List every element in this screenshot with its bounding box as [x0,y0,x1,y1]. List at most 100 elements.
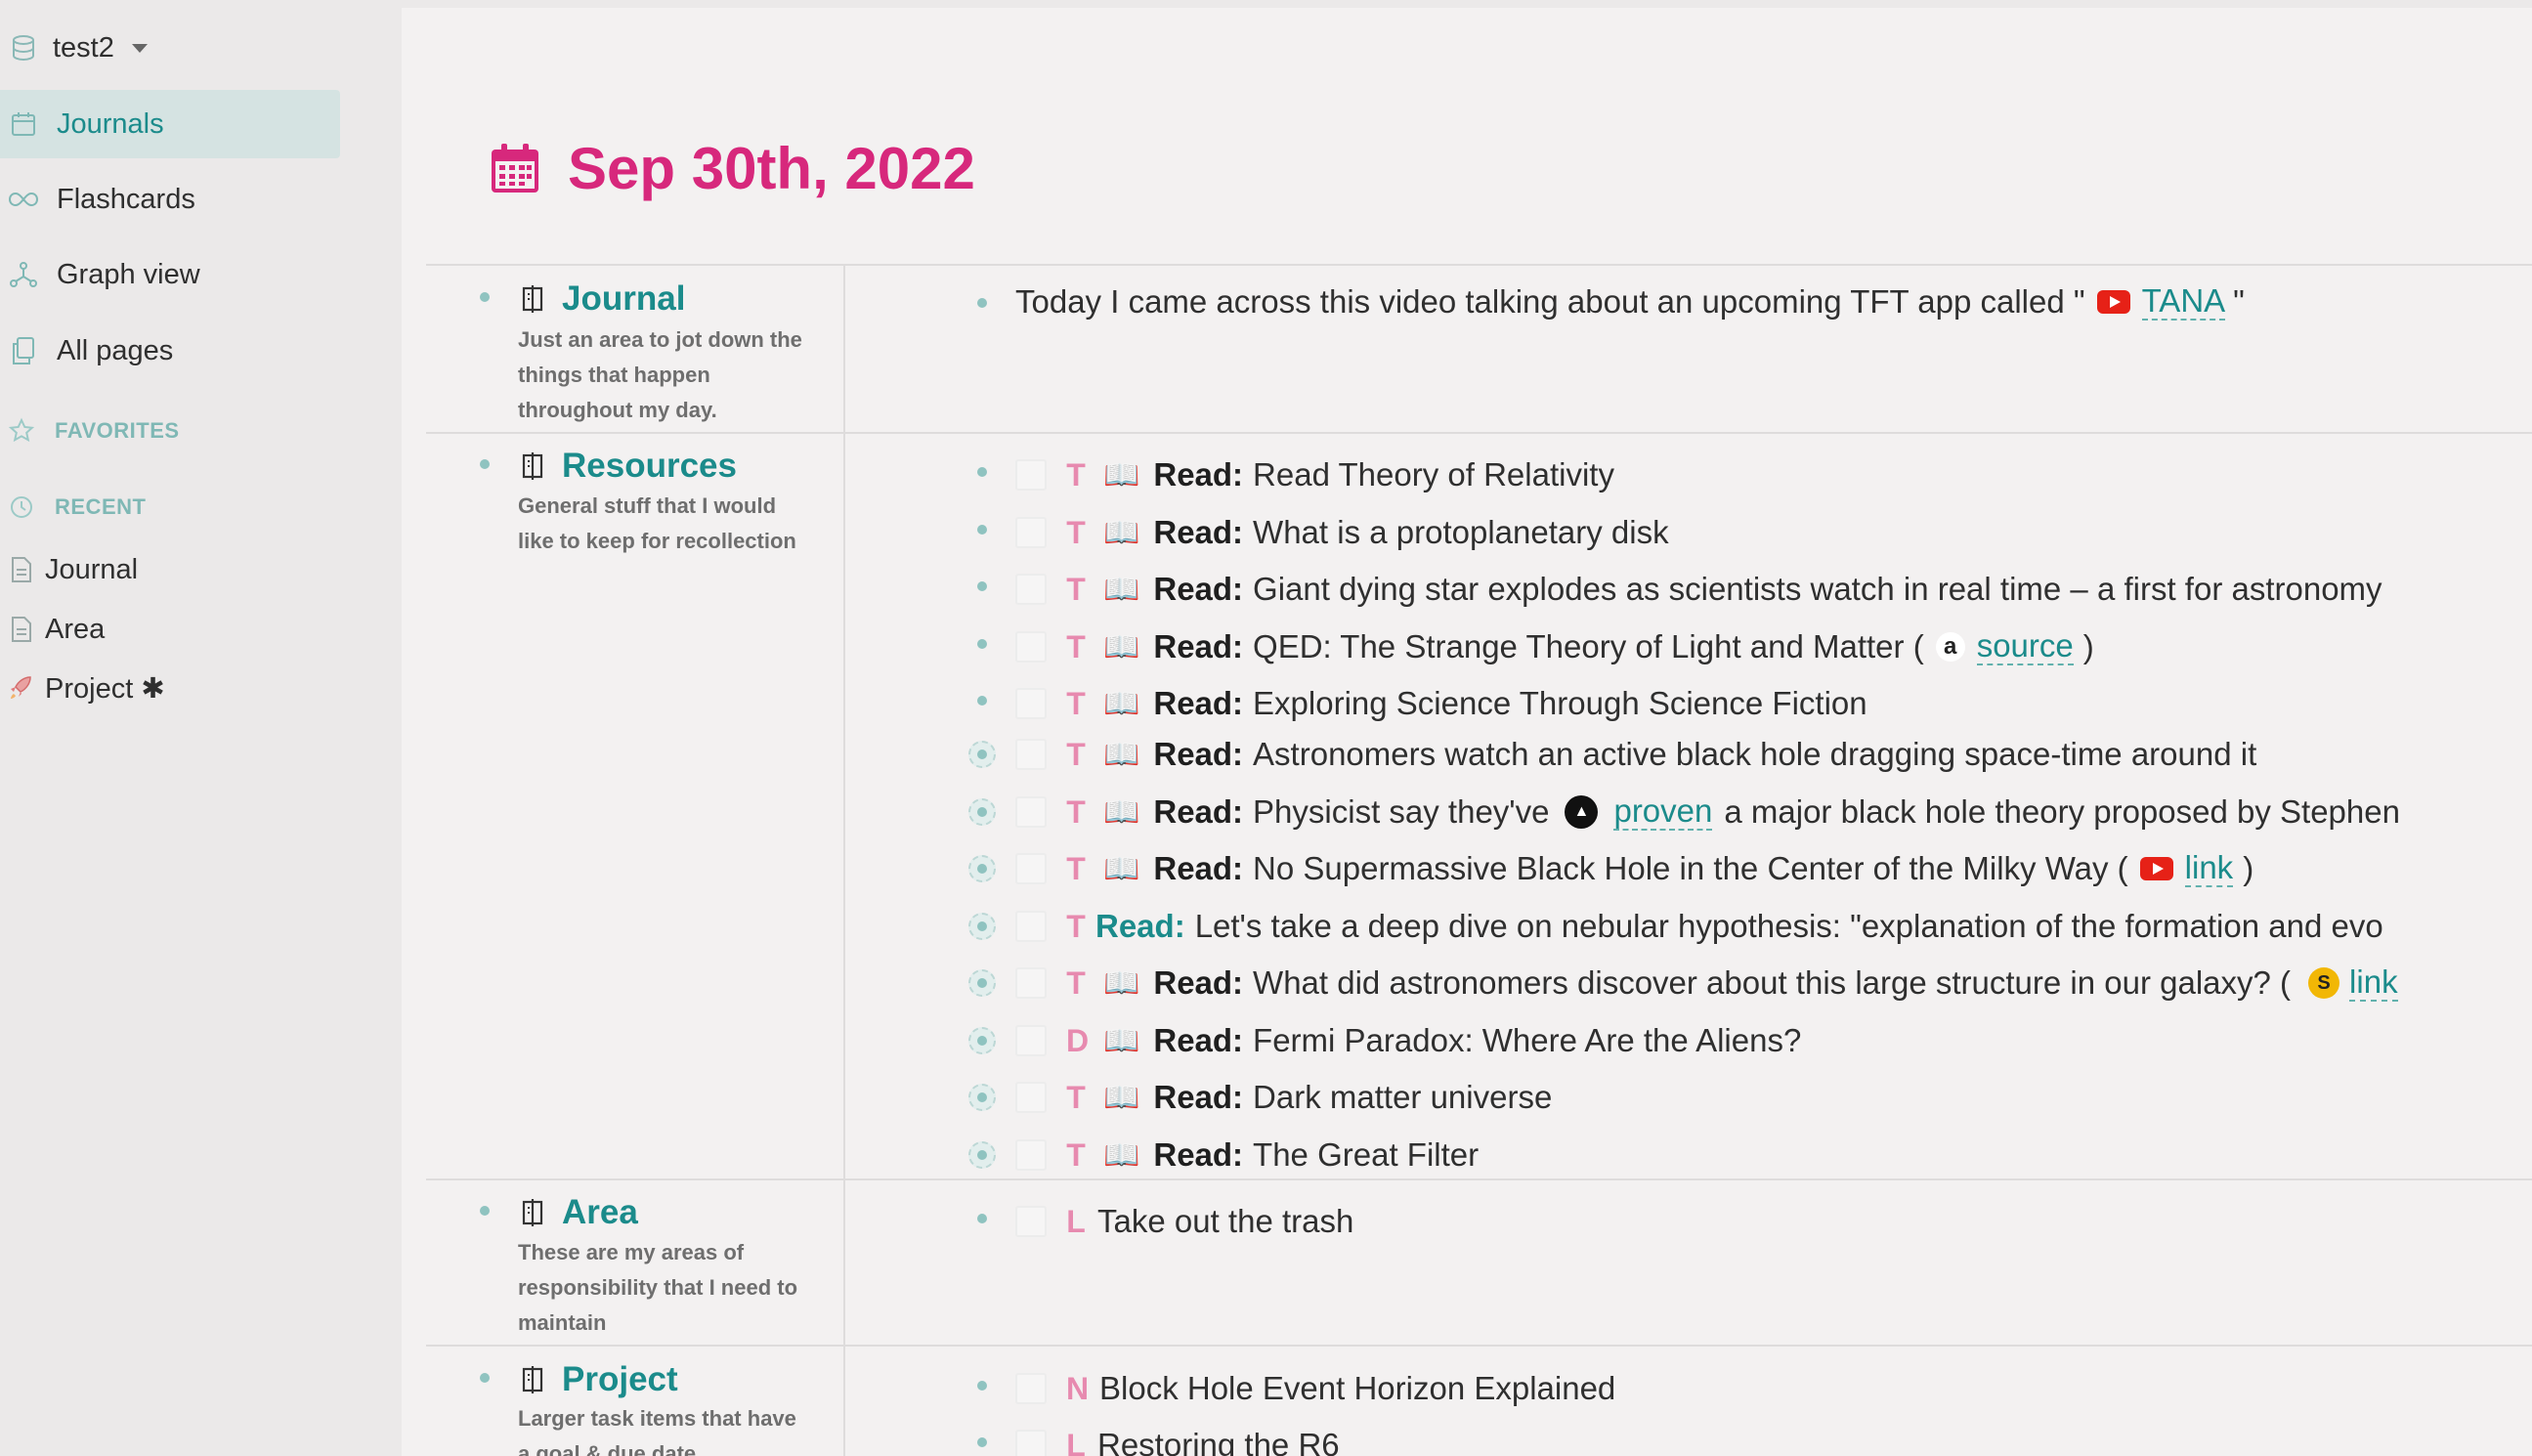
task-row: T 📖 Read: What did astronomers discover … [1015,959,2398,1007]
block-bullet[interactable] [977,298,987,308]
app-logo-icon: ▲ [1565,795,1599,829]
task-row: T 📖 Read: QED: The Strange Theory of Lig… [1015,622,2094,671]
star-icon [4,413,39,449]
collapsed-bullet[interactable] [968,741,996,768]
tana-link[interactable]: TANA [2141,283,2226,321]
task-tag[interactable]: T [1066,794,1086,831]
task-checkbox[interactable] [1015,459,1047,491]
task-tag[interactable]: T [1066,965,1086,1002]
task-checkbox[interactable] [1015,911,1047,942]
task-checkbox[interactable] [1015,1373,1047,1404]
recent-item-project[interactable]: Project ✱ [0,662,165,714]
task-checkbox[interactable] [1015,853,1047,884]
block-bullet[interactable] [977,467,987,477]
nav-graph-view[interactable]: Graph view [0,240,200,309]
task-checkbox[interactable] [1015,1430,1047,1456]
category-journal[interactable]: Journal [517,279,685,319]
block-bullet[interactable] [977,1437,987,1447]
task-row: T 📖 Read: Dark matter universe [1015,1073,1552,1122]
task-row: T 📖 Read: No Supermassive Black Hole in … [1015,844,2253,893]
page-icon [4,552,39,587]
calendar-icon [6,107,41,142]
collapsed-bullet[interactable] [968,798,996,826]
block-bullet[interactable] [977,696,987,706]
category-project[interactable]: Project [517,1360,678,1399]
book-icon: 📖 [1103,795,1140,829]
task-checkbox[interactable] [1015,688,1047,719]
task-tag[interactable]: T [1066,1137,1086,1174]
recent-header[interactable]: RECENT [0,483,146,532]
journal-entry[interactable]: Today I came across this video talking a… [1015,278,2245,326]
nav-journals-label: Journals [57,107,164,140]
recent-item-area[interactable]: Area [0,603,105,656]
recent-item-label: Project ✱ [45,672,165,705]
block-bullet[interactable] [977,639,987,649]
proven-link[interactable]: proven [1613,793,1713,831]
recent-item-journal[interactable]: Journal [0,543,138,596]
block-bullet[interactable] [977,1214,987,1223]
block-bullet[interactable] [977,1381,987,1391]
recent-item-label: Area [45,613,106,645]
collapsed-bullet[interactable] [968,1084,996,1111]
task-checkbox[interactable] [1015,1082,1047,1113]
task-tag[interactable]: N [1066,1371,1089,1407]
book-icon: 📖 [1103,1138,1140,1172]
task-row: T 📖 Read: Astronomers watch an active bl… [1015,730,2256,779]
block-bullet[interactable] [480,292,490,302]
book-icon: 📖 [1103,966,1140,1000]
graph-icon [6,257,41,292]
block-bullet[interactable] [480,1206,490,1216]
category-resources[interactable]: Resources [517,447,737,486]
task-checkbox[interactable] [1015,739,1047,770]
task-tag[interactable]: L [1066,1204,1086,1240]
category-name: Area [562,1193,638,1231]
coin-icon: S [2308,967,2340,999]
recent-item-label: Journal [45,553,139,585]
collapsed-bullet[interactable] [968,969,996,997]
task-checkbox[interactable] [1015,574,1047,605]
link[interactable]: link [2184,850,2234,887]
task-row: L Take out the trash [1015,1197,1353,1246]
task-tag[interactable]: T [1066,909,1086,945]
nav-journals[interactable]: Journals [0,90,340,158]
task-row: N Block Hole Event Horizon Explained [1015,1364,1615,1413]
page-title[interactable]: Sep 30th, 2022 [568,135,975,202]
columns-icon [522,452,543,480]
task-checkbox[interactable] [1015,1206,1047,1237]
task-tag[interactable]: L [1066,1428,1086,1456]
task-tag[interactable]: T [1066,851,1086,887]
book-icon: 📖 [1103,1024,1140,1057]
block-bullet[interactable] [480,1373,490,1383]
task-checkbox[interactable] [1015,796,1047,828]
graph-switcher[interactable]: test2 [0,14,148,82]
source-link[interactable]: source [1976,628,2074,665]
task-tag[interactable]: T [1066,737,1086,773]
category-description: These are my areas of responsibility tha… [518,1240,798,1335]
task-tag[interactable]: T [1066,457,1086,493]
task-tag[interactable]: T [1066,686,1086,722]
task-tag[interactable]: T [1066,572,1086,608]
task-checkbox[interactable] [1015,1025,1047,1056]
task-tag[interactable]: T [1066,629,1086,665]
collapsed-bullet[interactable] [968,855,996,882]
main-content: Sep 30th, 2022 Journal Just an area to j… [402,8,2532,1456]
block-bullet[interactable] [977,581,987,591]
block-bullet[interactable] [977,525,987,535]
nav-all-pages[interactable]: All pages [0,317,173,385]
category-area[interactable]: Area [517,1193,638,1232]
column-divider [843,1180,845,1345]
nav-flashcards[interactable]: Flashcards [0,165,195,234]
collapsed-bullet[interactable] [968,1027,996,1054]
collapsed-bullet[interactable] [968,1141,996,1169]
block-bullet[interactable] [480,459,490,469]
task-checkbox[interactable] [1015,967,1047,999]
link[interactable]: link [2349,964,2398,1002]
task-checkbox[interactable] [1015,517,1047,548]
task-tag[interactable]: T [1066,515,1086,551]
task-tag[interactable]: T [1066,1080,1086,1116]
task-checkbox[interactable] [1015,1139,1047,1171]
task-tag[interactable]: D [1066,1023,1089,1059]
favorites-header[interactable]: FAVORITES [0,407,180,455]
collapsed-bullet[interactable] [968,913,996,940]
task-checkbox[interactable] [1015,631,1047,663]
